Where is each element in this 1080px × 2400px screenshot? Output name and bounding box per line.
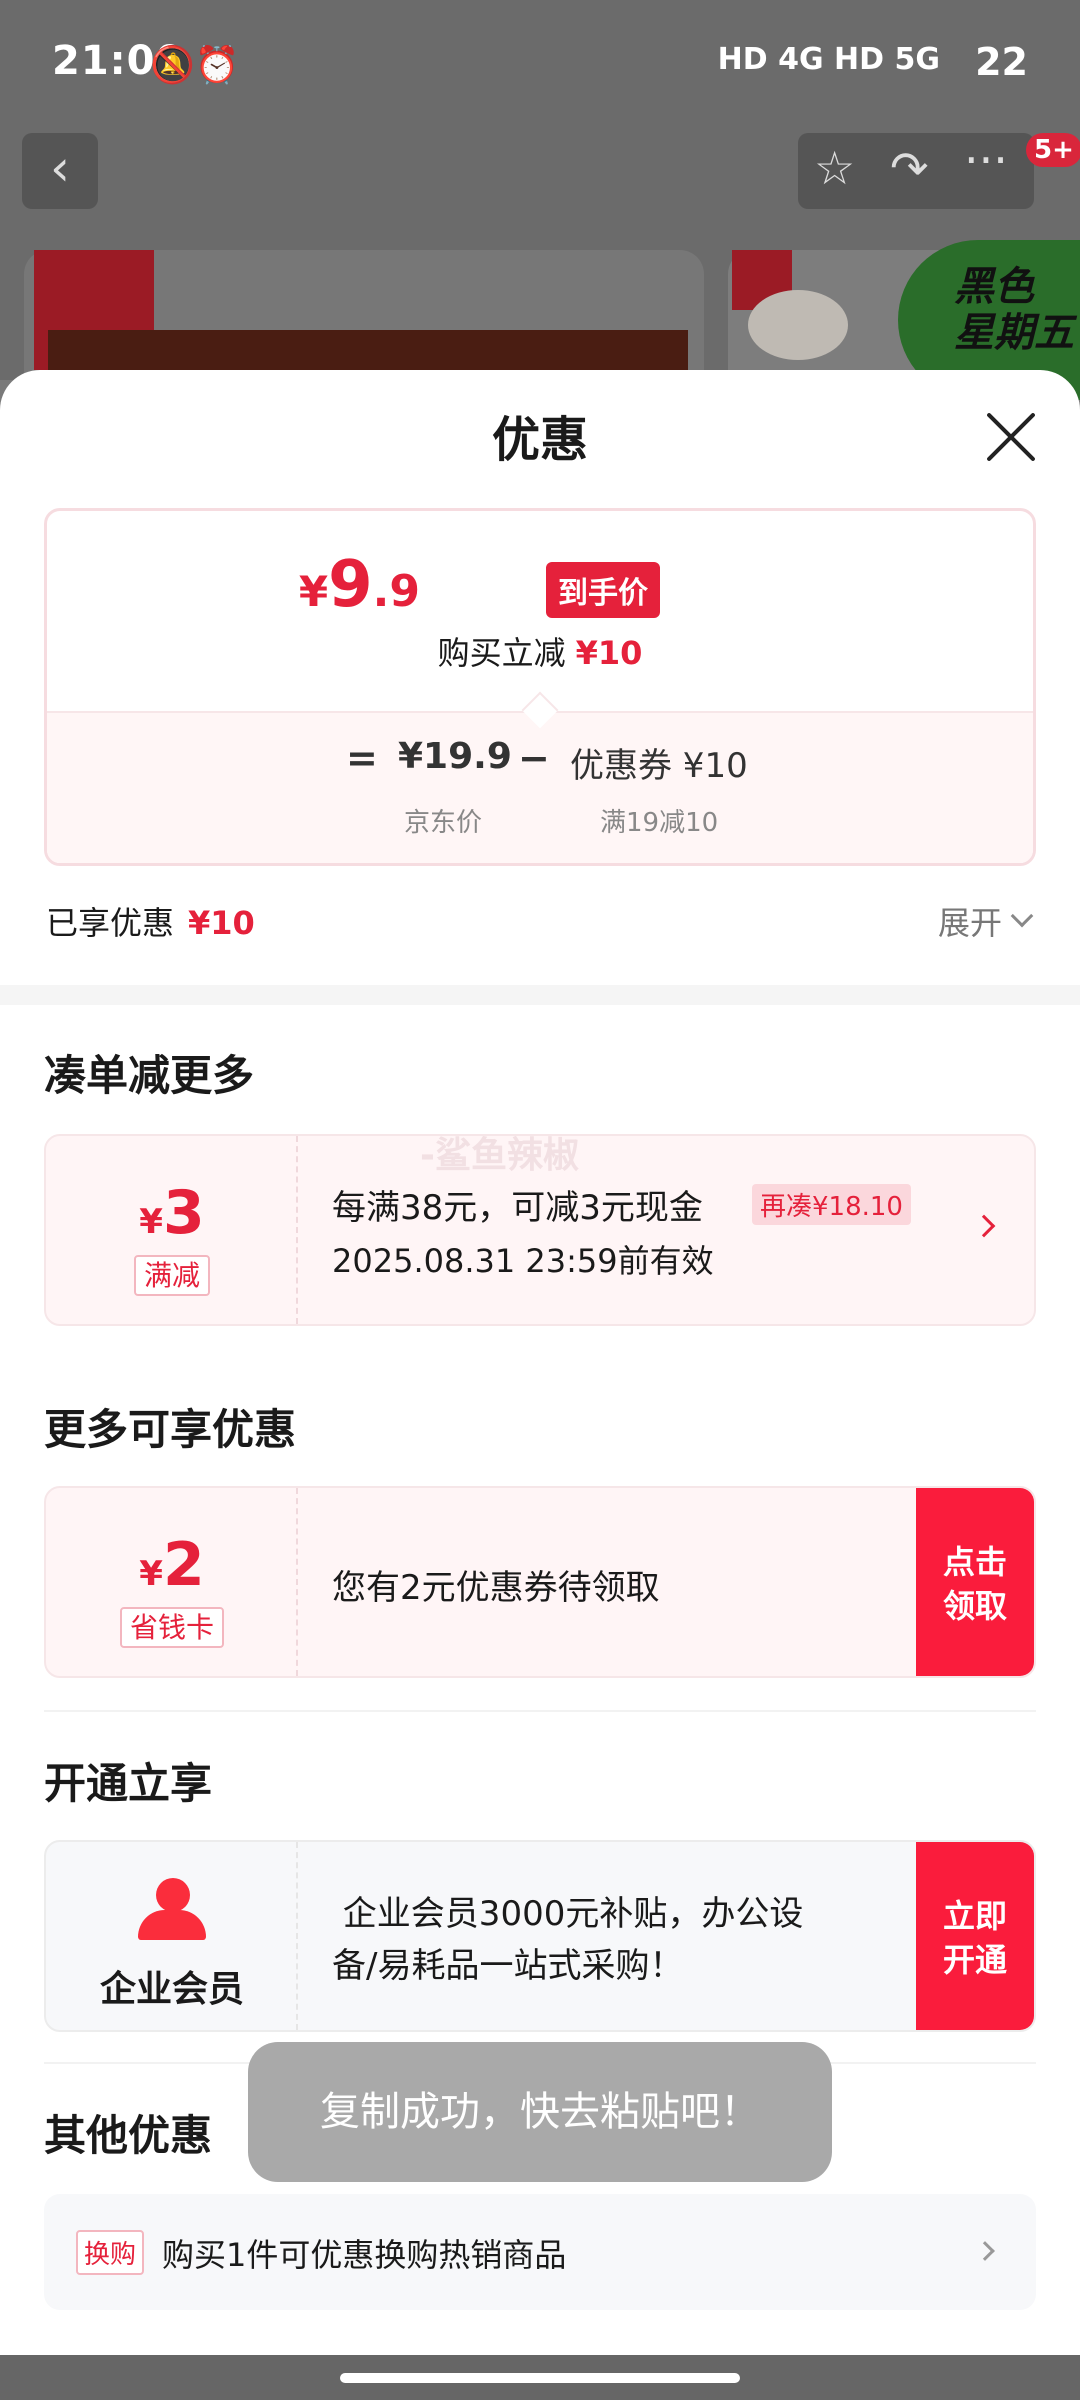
status-bar: 21:00 🔕⏰ HD 4G HD 5G 22 — [0, 0, 1080, 130]
swap-text: 购买1件可优惠换购热销商品 — [162, 2236, 567, 2274]
network-indicator: HD 4G HD 5G — [717, 42, 940, 77]
enterprise-text-2: 备/易耗品一站式采购！ — [332, 1946, 684, 1986]
final-price: ¥9.9 — [298, 548, 420, 622]
final-price-tag: 到手价 — [546, 562, 660, 618]
expand-button[interactable]: 展开 — [938, 898, 1002, 944]
home-indicator[interactable] — [340, 2373, 740, 2383]
equals-sign: = — [346, 736, 378, 780]
chevron-right-icon[interactable] — [975, 2241, 995, 2261]
enterprise-label: 企业会员 — [99, 1969, 244, 2010]
section-title-more: 更多可享优惠 — [44, 1405, 297, 1454]
claim-button[interactable]: 点击 领取 — [916, 1488, 1034, 1676]
jd-price-label: 京东价 — [404, 808, 483, 838]
enterprise-text-1: 企业会员3000元补贴，办公设 — [332, 1894, 804, 1934]
chevron-right-icon[interactable] — [972, 1214, 996, 1238]
coupon-rule-text: 每满38元，可减3元现金 — [332, 1188, 703, 1228]
coupon-amount: 优惠券 ¥10 — [570, 746, 748, 786]
section-divider — [0, 985, 1080, 1005]
swap-chip: 换购 — [76, 2230, 145, 2275]
product-egg — [748, 290, 848, 360]
section-title-open: 开通立享 — [44, 1759, 213, 1808]
section-title-combine: 凑单减更多 — [44, 1051, 255, 1100]
more-badge: 5+ — [1026, 133, 1080, 167]
share-icon[interactable]: ↷ — [890, 141, 929, 195]
star-icon[interactable]: ☆ — [814, 141, 855, 195]
enjoyed-discount: 已享优惠 ¥10 — [46, 904, 255, 942]
add-more-tag: 再凑¥18.10 — [752, 1184, 911, 1225]
coupon-type-chip: 满减 — [46, 1254, 298, 1296]
top-actions: ☆ ↷ ··· — [798, 133, 1034, 209]
coupon-expiry: 2025.08.31 23:59前有效 — [332, 1242, 714, 1280]
watermark: -鲨鱼辣椒 — [420, 1135, 579, 1176]
back-arrow-icon: ‹ — [50, 139, 70, 197]
swap-purchase-row[interactable]: 换购 购买1件可优惠换购热销商品 — [44, 2194, 1036, 2310]
reduce-line: 购买立减 ¥10 — [437, 634, 643, 672]
minus-sign: − — [518, 736, 550, 780]
sheet-title: 优惠 — [491, 412, 588, 468]
toast-message: 复制成功，快去粘贴吧！ — [248, 2042, 832, 2182]
battery-level: 22 — [975, 40, 1028, 84]
enterprise-card[interactable]: 企业会员 企业会员3000元补贴，办公设 备/易耗品一站式采购！ 立即 开通 — [44, 1840, 1036, 2032]
back-button[interactable]: ‹ — [22, 133, 98, 209]
saver-text: 您有2元优惠券待领取 — [332, 1568, 660, 1608]
person-icon — [138, 1878, 206, 1940]
close-icon[interactable] — [984, 410, 1038, 464]
coupon-rule: 满19减10 — [600, 808, 719, 838]
mute-alarm-icons: 🔕⏰ — [150, 45, 240, 86]
saver-chip: 省钱卡 — [46, 1606, 298, 1648]
price-breakdown-bg — [47, 711, 1033, 863]
saver-amount: ¥2 — [139, 1530, 205, 1600]
saver-card[interactable]: ¥2 省钱卡 您有2元优惠券待领取 点击 领取 — [44, 1486, 1036, 1678]
jd-price: ¥19.9 — [398, 736, 512, 777]
coupon-amount: ¥3 — [139, 1178, 205, 1248]
section-title-other: 其他优惠 — [44, 2111, 213, 2160]
more-icon[interactable]: ··· — [964, 133, 1008, 187]
open-now-button[interactable]: 立即 开通 — [916, 1842, 1034, 2030]
